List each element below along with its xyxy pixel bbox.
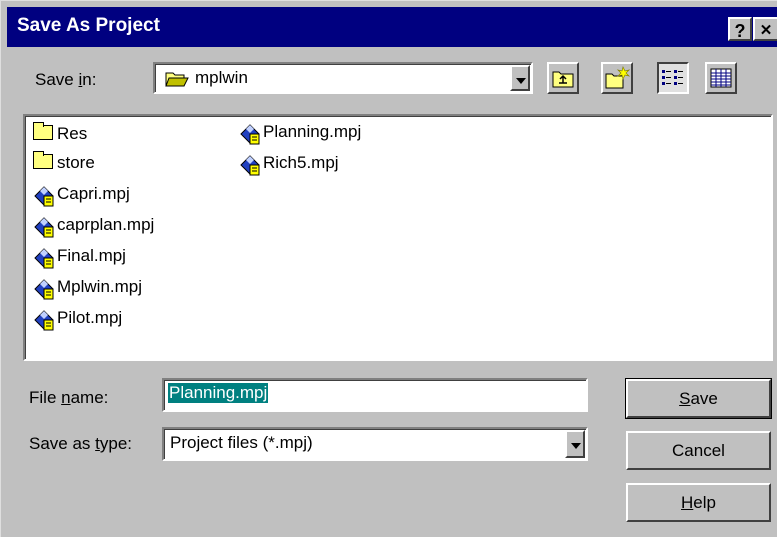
file-list[interactable]: Res store Capri.mpj caprplan.mpj Final.m… <box>23 114 773 361</box>
save-as-type-value: Project files (*.mpj) <box>170 433 313 452</box>
save-in-value: mplwin <box>195 68 248 87</box>
up-folder-icon <box>552 71 574 88</box>
help-title-button[interactable]: ? <box>728 17 752 41</box>
details-view-icon <box>710 68 732 88</box>
close-button[interactable]: ✕ <box>753 17 777 41</box>
project-file-icon <box>34 310 54 331</box>
close-icon: ✕ <box>759 22 773 39</box>
save-as-project-dialog: Save As Project ? ✕ Save in: mplwin Res … <box>0 0 777 537</box>
dialog-title: Save As Project <box>17 15 160 36</box>
save-as-type-label: Save as type: <box>29 434 133 453</box>
chevron-down-icon <box>571 443 581 449</box>
file-name-label: File name: <box>29 388 109 407</box>
save-in-dropdown-button[interactable] <box>510 65 530 91</box>
save-as-type-dropdown-button[interactable] <box>565 430 585 458</box>
file-name-value: Planning.mpj <box>168 383 269 403</box>
project-file-icon <box>34 186 54 207</box>
question-icon: ? <box>734 21 746 41</box>
save-in-dropdown[interactable]: mplwin <box>153 62 533 94</box>
list-view-button[interactable] <box>657 62 689 94</box>
chevron-down-icon <box>516 78 526 84</box>
cancel-button[interactable]: Cancel <box>626 431 771 470</box>
save-button[interactable]: Save <box>625 378 772 419</box>
help-button[interactable]: Help <box>626 483 771 522</box>
details-view-button[interactable] <box>705 62 737 94</box>
file-name-input[interactable]: Planning.mpj <box>162 378 588 412</box>
folder-icon <box>33 122 53 140</box>
up-one-level-button[interactable] <box>547 62 579 94</box>
project-file-icon <box>34 248 54 269</box>
save-in-label: Save in: <box>35 70 97 89</box>
title-bar[interactable]: Save As Project ? ✕ <box>7 7 777 47</box>
open-folder-icon <box>165 70 189 93</box>
project-file-icon <box>240 124 260 145</box>
save-as-type-dropdown[interactable]: Project files (*.mpj) <box>162 427 588 461</box>
folder-icon <box>33 151 53 169</box>
project-file-icon <box>34 217 54 238</box>
new-folder-button[interactable] <box>601 62 633 94</box>
project-file-icon <box>34 279 54 300</box>
list-view-icon <box>662 70 683 85</box>
project-file-icon <box>240 155 260 176</box>
new-folder-icon <box>605 65 631 89</box>
